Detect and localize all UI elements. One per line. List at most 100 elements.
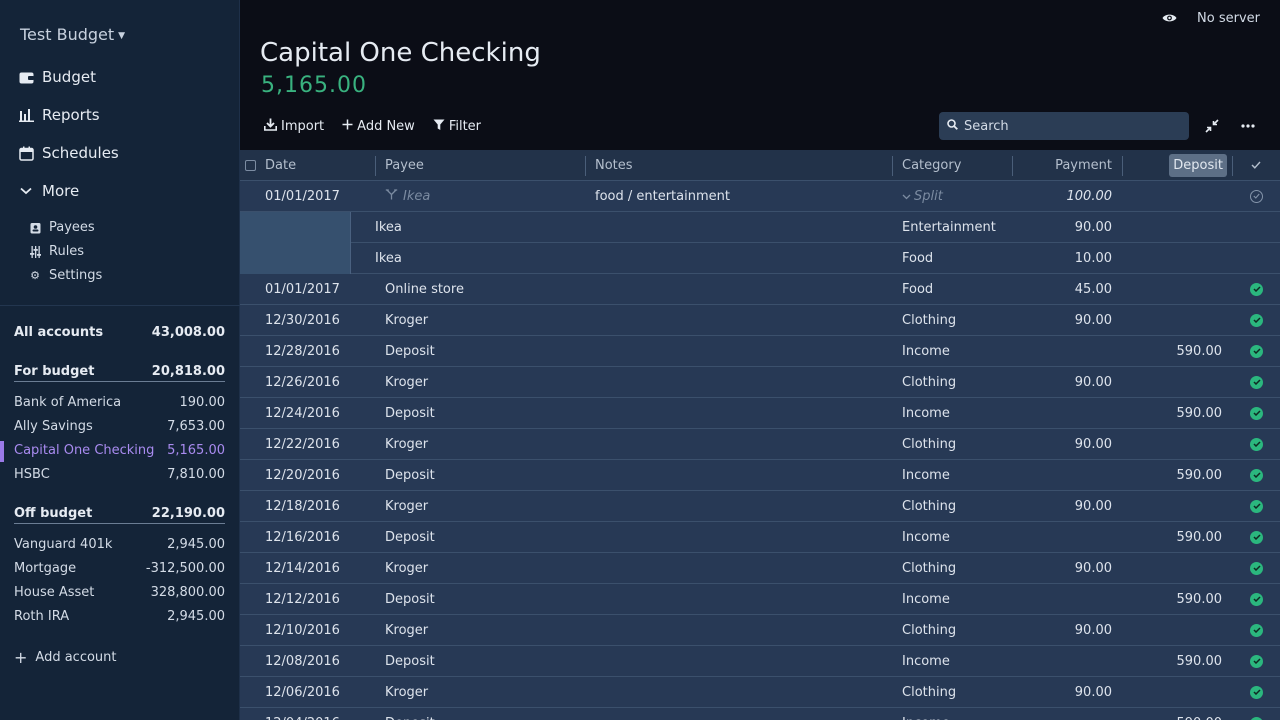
cell-payee[interactable]: Ikea [385,181,430,211]
cell-notes[interactable] [595,398,885,428]
account-vanguard-401k[interactable]: Vanguard 401k 2,945.00 [14,537,225,552]
cell-cleared[interactable] [1250,398,1263,428]
cell-deposit[interactable]: 590.00 [1132,646,1223,676]
nav-settings[interactable]: ⚙ Settings [28,268,102,283]
cell-deposit[interactable]: 590.00 [1132,336,1223,366]
cell-deposit[interactable] [1132,615,1222,645]
search-input[interactable]: Search [939,112,1189,140]
column-payee[interactable]: Payee [385,150,424,181]
cell-payee[interactable]: Ikea [375,212,402,242]
cell-date[interactable]: 12/18/2016 [265,491,340,521]
nav-schedules[interactable]: Schedules [18,144,119,162]
cell-payee[interactable]: Online store [385,274,464,304]
table-row[interactable]: 12/18/2016 Kroger Clothing 90.00 [240,491,1280,522]
table-row[interactable]: 12/04/2016 Deposit Income 590.00 [240,708,1280,720]
cell-category[interactable]: Income [902,708,950,720]
cell-category[interactable]: Clothing [902,367,956,397]
cell-notes[interactable] [595,305,885,335]
cell-category[interactable]: Income [902,522,950,552]
cell-deposit[interactable]: 590.00 [1132,398,1223,428]
cell-cleared[interactable] [1250,491,1263,521]
cell-payment[interactable]: 90.00 [1022,367,1112,397]
cell-notes[interactable] [595,336,885,366]
budget-name-menu[interactable]: Test Budget ▼ [20,25,125,44]
nav-budget[interactable]: Budget [18,68,96,86]
cell-date[interactable]: 12/06/2016 [265,677,340,707]
cell-deposit[interactable]: 590.00 [1132,460,1223,490]
column-payment[interactable]: Payment [1022,150,1112,181]
account-capital-one-checking[interactable]: Capital One Checking 5,165.00 [14,443,225,458]
cell-payee[interactable]: Kroger [385,491,428,521]
account-roth-ira[interactable]: Roth IRA 2,945.00 [14,609,225,624]
cell-notes[interactable] [595,646,885,676]
cell-deposit[interactable]: 590.00 [1132,584,1223,614]
cell-category[interactable]: Clothing [902,677,956,707]
nav-rules[interactable]: Rules [28,244,84,259]
table-row[interactable]: 12/16/2016 Deposit Income 590.00 [240,522,1280,553]
cell-notes[interactable] [595,429,885,459]
cell-payee[interactable]: Deposit [385,522,435,552]
cell-date[interactable]: 12/20/2016 [265,460,340,490]
column-date[interactable]: Date [265,150,296,181]
cell-category[interactable]: Income [902,336,950,366]
cell-payee[interactable]: Kroger [385,429,428,459]
cell-payee[interactable]: Kroger [385,553,428,583]
cell-date[interactable]: 12/30/2016 [265,305,340,335]
cell-payment[interactable]: 90.00 [1022,615,1112,645]
cell-cleared[interactable] [1250,181,1263,211]
cell-payee[interactable]: Deposit [385,336,435,366]
cell-category[interactable]: Food [902,243,933,273]
cell-date[interactable]: 12/22/2016 [265,429,340,459]
column-deposit[interactable]: Deposit [1132,150,1227,181]
account-mortgage[interactable]: Mortgage -312,500.00 [14,561,225,576]
nav-more[interactable]: More [18,182,79,200]
cell-deposit[interactable] [1132,305,1222,335]
add-account-button[interactable]: + Add account [14,648,117,667]
cell-notes[interactable] [595,615,885,645]
column-resizer[interactable] [1122,156,1123,176]
cell-payee[interactable]: Deposit [385,460,435,490]
cell-date[interactable]: 12/24/2016 [265,398,340,428]
cell-deposit[interactable] [1132,429,1222,459]
cell-cleared[interactable] [1250,429,1263,459]
nav-payees[interactable]: Payees [28,220,95,235]
table-row[interactable]: 12/22/2016 Kroger Clothing 90.00 [240,429,1280,460]
column-resizer[interactable] [585,156,586,176]
cell-payee[interactable]: Kroger [385,305,428,335]
cell-date[interactable]: 12/28/2016 [265,336,340,366]
cell-category[interactable]: Entertainment [902,212,996,242]
cell-date[interactable]: 12/10/2016 [265,615,340,645]
split-child-row[interactable]: Ikea Food 10.00 [351,243,1280,274]
cell-cleared[interactable] [1250,274,1263,304]
all-accounts[interactable]: All accounts 43,008.00 [14,325,225,340]
column-resizer[interactable] [1012,156,1013,176]
account-house-asset[interactable]: House Asset 328,800.00 [14,585,225,600]
cell-category[interactable]: Clothing [902,615,956,645]
cell-notes[interactable] [595,491,885,521]
table-row[interactable]: 12/08/2016 Deposit Income 590.00 [240,646,1280,677]
cell-payee[interactable]: Deposit [385,584,435,614]
table-row[interactable]: 12/26/2016 Kroger Clothing 90.00 [240,367,1280,398]
cell-category[interactable]: Income [902,584,950,614]
cell-notes[interactable] [595,367,885,397]
cell-payee[interactable]: Kroger [385,367,428,397]
cell-date[interactable]: 12/14/2016 [265,553,340,583]
cell-payment[interactable] [1022,708,1112,720]
cell-category[interactable]: Clothing [902,491,956,521]
column-resizer[interactable] [1232,156,1233,176]
cell-deposit[interactable] [1132,367,1222,397]
cell-notes[interactable] [595,708,885,720]
cell-payment[interactable]: 100.00 [1022,181,1113,211]
cell-cleared[interactable] [1250,677,1263,707]
cell-cleared[interactable] [1250,584,1263,614]
cell-category[interactable]: Clothing [902,429,956,459]
cell-payee[interactable]: Kroger [385,677,428,707]
import-button[interactable]: Import [264,118,324,135]
cell-category[interactable]: Split [902,181,943,211]
cell-cleared[interactable] [1250,708,1263,720]
cell-payment[interactable] [1022,584,1112,614]
eye-icon[interactable] [1161,10,1177,26]
cell-cleared[interactable] [1250,336,1263,366]
cell-date[interactable]: 01/01/2017 [265,274,340,304]
cell-notes[interactable]: food / entertainment [595,181,730,211]
